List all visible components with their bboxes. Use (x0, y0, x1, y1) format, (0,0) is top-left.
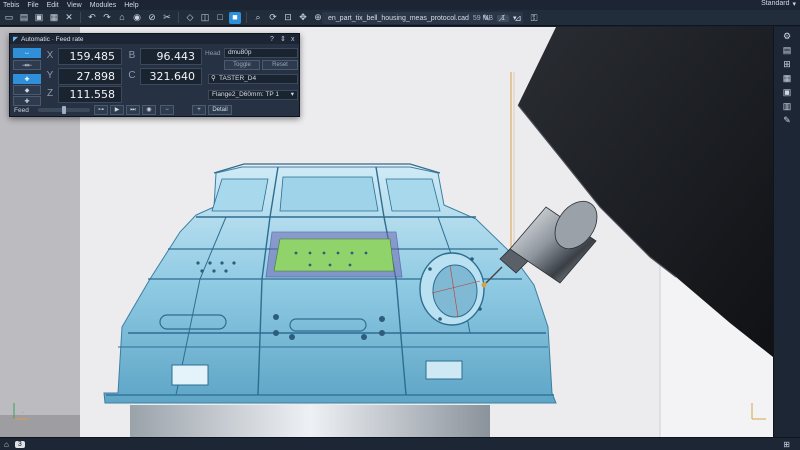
probe-tip (481, 282, 487, 288)
document-name: en_part_tix_bell_housing_meas_protocol.c… (328, 14, 469, 22)
lower-boss (171, 364, 209, 386)
pen-icon[interactable]: ✎ (480, 12, 492, 24)
menu-item-tebis[interactable]: Tebis (0, 2, 23, 9)
iso-view-icon[interactable]: ◇ (184, 12, 196, 24)
feed-slider-handle[interactable] (62, 106, 66, 114)
toolbar-divider (80, 12, 81, 23)
hide-icon[interactable]: ⊘ (146, 12, 158, 24)
measured-green-face (273, 238, 395, 272)
frame-select[interactable]: Flange2_D60mm: TP 1 ▾ (208, 90, 298, 100)
lock-icon[interactable]: ⚿ (528, 12, 540, 24)
ruler-icon[interactable]: ⊿ (512, 12, 524, 24)
home-icon[interactable]: ⌂ (116, 12, 128, 24)
workspace-select[interactable]: Standard ▾ (761, 0, 796, 8)
help-icon[interactable]: ? (270, 36, 274, 43)
axis-y-label: Y (46, 70, 54, 81)
panel-titlebar[interactable]: ◤ Automatic · Feed rate ? ⇕ x (10, 34, 299, 44)
feed-slider[interactable] (38, 106, 90, 114)
eye-icon[interactable]: ◉ (131, 12, 143, 24)
mode-step-button[interactable]: ⇥⇤ (13, 60, 41, 70)
axis-b-value[interactable]: 96.443 (140, 48, 202, 65)
tool-name: TASTER_D4 (219, 75, 257, 82)
menu-item-edit[interactable]: Edit (43, 2, 63, 9)
menu-item-help[interactable]: Help (120, 2, 142, 9)
redo-icon[interactable]: ↷ (101, 12, 113, 24)
shaded-view-icon[interactable]: ■ (229, 11, 241, 24)
pan-icon[interactable]: ✥ (297, 12, 309, 24)
close-icon[interactable]: x (291, 36, 295, 43)
frame-name: Flange2_D60mm: TP 1 (212, 91, 279, 98)
status-bar: ⌂ 3 ⊞ (0, 437, 800, 450)
open-folder-icon[interactable]: ▤ (18, 12, 30, 24)
cut-icon[interactable]: ✂ (161, 12, 173, 24)
menu-item-file[interactable]: File (23, 2, 42, 9)
save-icon[interactable]: ▣ (33, 12, 45, 24)
menu-item-modules[interactable]: Modules (86, 2, 120, 9)
axis-z-value[interactable]: 111.558 (58, 86, 122, 103)
document-icon[interactable]: ▣ (781, 87, 793, 98)
axis-z-label: Z (46, 88, 54, 99)
menu-bar: Tebis File Edit View Modules Help Standa… (0, 0, 800, 10)
nc-icon: ◤ (13, 36, 18, 43)
menu-item-view[interactable]: View (63, 2, 86, 9)
probe-icon: ⚲ (211, 75, 216, 82)
save-as-icon[interactable]: ▦ (48, 12, 60, 24)
axis-y-value[interactable]: 27.898 (58, 68, 122, 85)
skip-end-button[interactable]: ⏭ (126, 105, 140, 115)
jog-minus-button[interactable]: ✚ (13, 96, 41, 106)
axis-c-label: C (128, 70, 136, 81)
axis-x-label: X (46, 50, 54, 61)
part-base-cylinder (130, 405, 490, 437)
plus-button[interactable]: + (192, 105, 206, 115)
mode-linear-button[interactable]: ↔ (13, 48, 41, 58)
step-back-button[interactable]: ⊶ (94, 105, 108, 115)
feed-label: Feed (14, 107, 29, 114)
grid-icon[interactable]: ▦ (781, 73, 793, 84)
toggle-button[interactable]: Toggle (224, 60, 260, 70)
toolbar-divider (246, 12, 247, 23)
tool-field[interactable]: ⚲ TASTER_D4 (208, 74, 298, 84)
panel-title: Automatic · Feed rate (21, 35, 84, 43)
zoom-icon[interactable]: ⌕ (252, 12, 264, 24)
axis-c-value[interactable]: 321.640 (140, 68, 202, 85)
chevron-down-icon: ▾ (792, 1, 796, 8)
head-label: Head (205, 50, 221, 57)
svg-text:·: · (22, 410, 24, 417)
page-indicator[interactable]: 3 (14, 440, 25, 448)
detail-button[interactable]: Detail (208, 105, 232, 115)
pencil-icon[interactable]: ✎ (781, 115, 793, 126)
workspace-label: Standard (761, 0, 790, 7)
bookmark-icon[interactable]: ▥ (781, 101, 793, 112)
settings-icon[interactable]: ⚙ (781, 31, 793, 42)
pin-icon[interactable]: ⇕ (280, 35, 286, 43)
close-icon[interactable]: ✕ (63, 12, 75, 24)
brush-icon[interactable]: ⟋ (496, 12, 508, 24)
right-icon-strip: ⚙ ▤ ⊞ ▦ ▣ ▥ ✎ (773, 27, 800, 437)
main-toolbar: ▭ ▤ ▣ ▦ ✕ ↶ ↷ ⌂ ◉ ⊘ ✂ ◇ ◫ □ ■ ⌕ ⟳ ⊡ ✥ ⊕ … (0, 10, 800, 26)
fit-icon[interactable]: ⊡ (282, 12, 294, 24)
jog-plus-button[interactable]: ✚ (13, 74, 41, 84)
reset-button[interactable]: Reset (262, 60, 298, 70)
record-button[interactable]: ◉ (142, 105, 156, 115)
layers-icon[interactable]: ▤ (781, 45, 793, 56)
play-button[interactable]: ▶ (110, 105, 124, 115)
head-field[interactable]: dmu80p (224, 48, 298, 58)
feature-tree-icon[interactable]: ⊞ (781, 59, 793, 70)
axis-x-value[interactable]: 159.485 (58, 48, 122, 65)
toolbar-right-group: ✎ ⟋ ⊿ ⚿ (480, 12, 540, 24)
new-file-icon[interactable]: ▭ (3, 12, 15, 24)
view-cube-icon[interactable]: ◫ (199, 12, 211, 24)
up-arrow-icon[interactable]: ⌂ (4, 440, 9, 449)
chevron-down-icon: ▾ (290, 91, 294, 98)
minus-button[interactable]: − (160, 105, 174, 115)
toolbar-divider (178, 12, 179, 23)
front-view-icon[interactable]: □ (214, 12, 226, 24)
layout-grid-icon[interactable]: ⊞ (783, 440, 790, 449)
jog-center-button[interactable]: ◆ (13, 85, 41, 95)
axis-b-label: B (128, 50, 136, 61)
feed-rate-panel: ◤ Automatic · Feed rate ? ⇕ x ↔ ⇥⇤ ✚ ◆ ✚… (9, 33, 300, 117)
undo-icon[interactable]: ↶ (86, 12, 98, 24)
rotate-icon[interactable]: ⟳ (267, 12, 279, 24)
